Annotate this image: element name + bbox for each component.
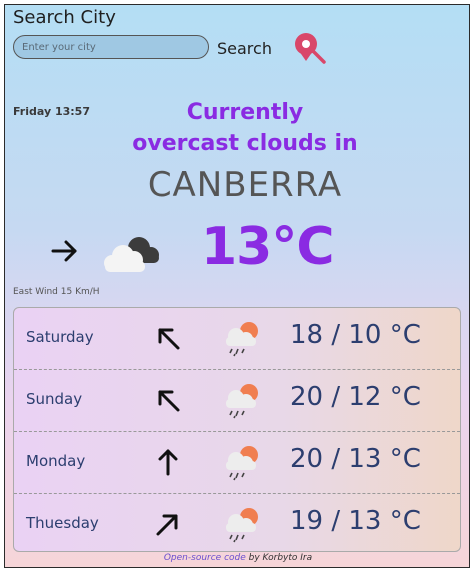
forecast-day: Sunday xyxy=(26,390,83,408)
sun-cloud-rain-icon xyxy=(226,322,258,357)
forecast-row: Monday 20 / 13 °C xyxy=(14,432,460,494)
arrow-up-left-icon xyxy=(158,390,180,412)
search-title: Search City xyxy=(13,7,116,28)
forecast-day: Saturday xyxy=(26,328,94,346)
overcast-clouds-icon xyxy=(104,237,159,272)
author-credit: by Korbyto Ira xyxy=(245,553,313,563)
footer: Open-source code by Korbyto Ira xyxy=(5,553,469,563)
sun-cloud-rain-icon xyxy=(226,508,258,543)
forecast-temperature: 19 / 13 °C xyxy=(290,506,421,536)
forecast-temperature: 20 / 13 °C xyxy=(290,444,421,474)
location-search-icon[interactable] xyxy=(291,29,327,65)
city-search-input[interactable] xyxy=(13,35,209,59)
arrow-up-left-icon xyxy=(158,328,180,350)
arrow-right-icon xyxy=(51,240,77,262)
forecast-temperature: 20 / 12 °C xyxy=(290,382,421,412)
weather-app: Search City Search Friday 13:57 Currentl… xyxy=(4,4,470,568)
current-temperature: 13°C xyxy=(201,217,335,277)
forecast-row: Sunday 20 / 12 °C xyxy=(14,370,460,432)
current-datetime: Friday 13:57 xyxy=(13,105,90,118)
headline-line-1: Currently xyxy=(186,100,304,125)
forecast-day: Monday xyxy=(26,452,86,470)
sun-cloud-rain-icon xyxy=(226,384,258,419)
sun-cloud-rain-icon xyxy=(226,446,258,481)
city-name: CANBERRA xyxy=(147,165,343,205)
headline-line-2: overcast clouds in xyxy=(132,131,358,156)
source-code-link[interactable]: Open-source code xyxy=(164,553,246,563)
forecast-day: Thuesday xyxy=(26,514,99,532)
forecast-temperature: 18 / 10 °C xyxy=(290,320,421,350)
forecast-panel: Saturday 18 / 10 °C Sunday 20 / 12 °C Mo… xyxy=(13,307,461,552)
arrow-up-right-icon xyxy=(156,514,178,536)
search-button[interactable]: Search xyxy=(217,39,272,58)
arrow-up-icon xyxy=(158,449,178,476)
forecast-row: Thuesday 19 / 13 °C xyxy=(14,494,460,555)
wind-info: East Wind 15 Km/H xyxy=(13,287,100,297)
forecast-row: Saturday 18 / 10 °C xyxy=(14,308,460,370)
weather-headline: Currently overcast clouds in xyxy=(85,97,405,159)
